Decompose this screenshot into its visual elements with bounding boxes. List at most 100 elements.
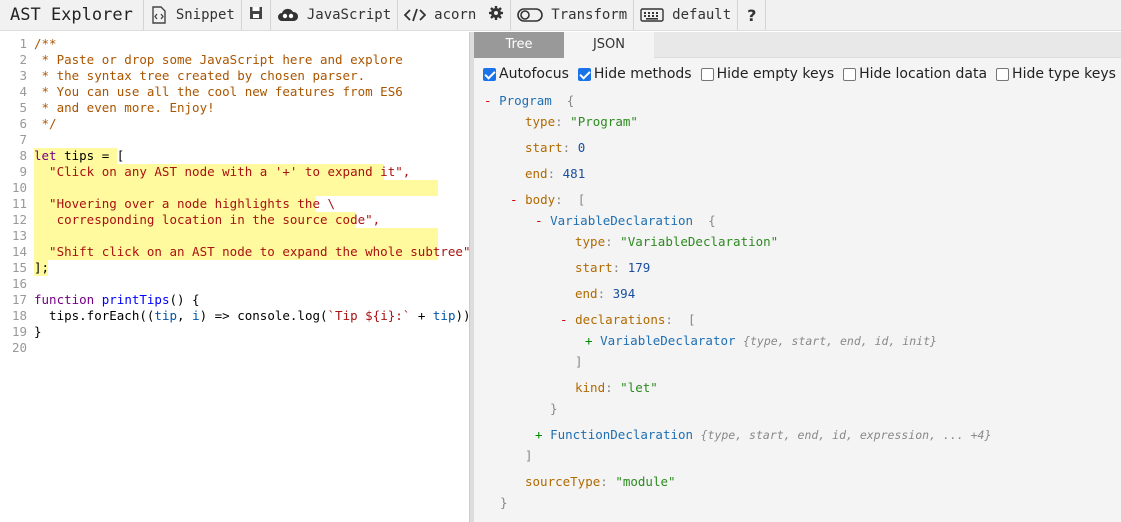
prop-value: "let" xyxy=(620,380,658,395)
variable: tip xyxy=(432,308,456,323)
tree-node-variable-declaration[interactable]: - VariableDeclaration { xyxy=(535,213,716,229)
code-line: "Click on any AST node with a '+' to exp… xyxy=(34,164,411,179)
option-label: Hide methods xyxy=(593,66,692,82)
prop-key: end xyxy=(575,286,598,301)
option-hide-type-keys[interactable]: Hide type keys xyxy=(996,66,1116,82)
line-number: 17 xyxy=(11,292,27,307)
code-line: * the syntax tree created by chosen pars… xyxy=(34,68,366,83)
tree-prop: start: 0 xyxy=(525,140,586,155)
code-line: * You can use all the cool new features … xyxy=(34,84,403,99)
line-number: 9 xyxy=(19,164,27,179)
collapse-toggle[interactable]: - xyxy=(510,192,525,207)
code-line: "Shift click on an AST node to expand th… xyxy=(34,244,471,259)
tab-json[interactable]: JSON xyxy=(564,32,654,58)
code-token: tips = [ xyxy=(56,148,125,163)
line-number: 11 xyxy=(11,196,27,211)
prop-value: 394 xyxy=(612,286,636,301)
output-tabs: Tree JSON xyxy=(474,32,1121,58)
hide-location-data-checkbox[interactable] xyxy=(843,67,857,81)
option-label: Hide type keys xyxy=(1012,66,1116,82)
line-number: 10 xyxy=(11,180,27,195)
code-token: ) => console.log( xyxy=(199,308,328,323)
collapse-toggle[interactable]: - xyxy=(560,312,575,327)
app-title: AST Explorer xyxy=(0,0,144,30)
language-select[interactable]: JavaScript xyxy=(271,0,399,30)
tree-node-body[interactable]: - body: [ xyxy=(510,192,585,208)
line-number: 1 xyxy=(19,36,27,51)
option-label: Autofocus xyxy=(499,66,569,82)
prop-value: "Program" xyxy=(570,114,638,129)
line-number: 15 xyxy=(11,260,27,275)
tree-prop: kind: "let" xyxy=(575,380,658,395)
line-number: 16 xyxy=(11,276,27,291)
tree-node-variable-declarator[interactable]: + VariableDeclarator {type, start, end, … xyxy=(585,333,937,349)
gear-icon xyxy=(488,5,504,25)
keyword: let xyxy=(34,148,57,163)
prop-value: "VariableDeclaration" xyxy=(620,234,779,249)
parser-select[interactable]: acorn xyxy=(398,0,482,30)
tree-prop: end: 481 xyxy=(525,166,586,181)
tree-node-program[interactable]: - Program { xyxy=(484,93,574,109)
help-label: ? xyxy=(747,5,757,25)
variable: i xyxy=(192,308,200,323)
hide-type-keys-checkbox[interactable] xyxy=(996,67,1010,81)
node-type: VariableDeclaration xyxy=(550,213,694,228)
code-token: tips.forEach(( xyxy=(34,308,155,323)
line-number: 12 xyxy=(11,212,27,227)
line-number: 20 xyxy=(11,340,27,355)
collapse-toggle[interactable]: - xyxy=(484,93,499,108)
help-button[interactable]: ? xyxy=(738,0,767,30)
line-number: 6 xyxy=(19,116,27,131)
line-number: 13 xyxy=(11,228,27,243)
parser-settings-button[interactable] xyxy=(482,0,512,30)
ast-tree: - Program { type: "Program" start: 0 end… xyxy=(474,88,1121,522)
line-number: 19 xyxy=(11,324,27,339)
keyboard-icon xyxy=(640,7,664,23)
tree-prop: start: 179 xyxy=(575,260,651,275)
option-label: Hide empty keys xyxy=(716,66,835,82)
tree-node-function-declaration[interactable]: + FunctionDeclaration {type, start, end,… xyxy=(535,427,991,443)
snippet-label: Snippet xyxy=(175,7,235,23)
code-line: corresponding location in the source cod… xyxy=(34,212,381,227)
snippet-icon xyxy=(150,6,168,24)
code-line: ]; xyxy=(34,260,50,275)
keymap-label: default xyxy=(672,7,732,23)
snippet-menu[interactable]: Snippet xyxy=(144,0,242,30)
transform-toggle[interactable]: Transform xyxy=(511,0,635,30)
hide-empty-keys-checkbox[interactable] xyxy=(700,67,714,81)
line-number: 8 xyxy=(19,148,27,163)
code-line: /** xyxy=(34,36,57,51)
collapse-toggle[interactable]: - xyxy=(535,213,550,228)
hide-methods-checkbox[interactable] xyxy=(577,67,591,81)
prop-key: declarations xyxy=(575,312,666,327)
expand-toggle[interactable]: + xyxy=(585,333,600,348)
prop-key: type xyxy=(525,114,556,129)
tree-prop: sourceType: "module" xyxy=(525,474,676,489)
code-token: + xyxy=(410,308,433,323)
autofocus-checkbox[interactable] xyxy=(483,67,496,81)
code-line: let tips = [ xyxy=(34,148,124,164)
keyword: function xyxy=(34,292,95,307)
keymap-select[interactable]: default xyxy=(634,0,739,30)
prop-key: kind xyxy=(575,380,606,395)
code-line: } xyxy=(34,324,42,339)
tree-prop: type: "VariableDeclaration" xyxy=(575,234,779,249)
tree-node-declarations[interactable]: - declarations: [ xyxy=(560,312,695,328)
code-editor[interactable]: 1 /** 2 * Paste or drop some JavaScript h… xyxy=(0,32,478,522)
option-hide-location-data[interactable]: Hide location data xyxy=(843,66,987,82)
tree-options: Autofocus Hide methods Hide empty keys H… xyxy=(474,60,1121,88)
prop-value: 481 xyxy=(562,166,586,181)
variable: tip xyxy=(154,308,177,323)
option-hide-empty-keys[interactable]: Hide empty keys xyxy=(700,66,835,82)
cloud-icon xyxy=(277,7,299,23)
prop-key: start xyxy=(575,260,613,275)
code-line: */ xyxy=(34,116,57,131)
transform-label: Transform xyxy=(551,7,628,23)
option-hide-methods[interactable]: Hide methods xyxy=(577,66,692,82)
save-button[interactable] xyxy=(242,0,271,30)
expand-toggle[interactable]: + xyxy=(535,427,550,442)
option-autofocus[interactable]: Autofocus xyxy=(483,66,569,82)
node-type: VariableDeclarator xyxy=(600,333,736,348)
toggle-icon xyxy=(517,7,544,23)
tab-tree[interactable]: Tree xyxy=(474,32,564,58)
